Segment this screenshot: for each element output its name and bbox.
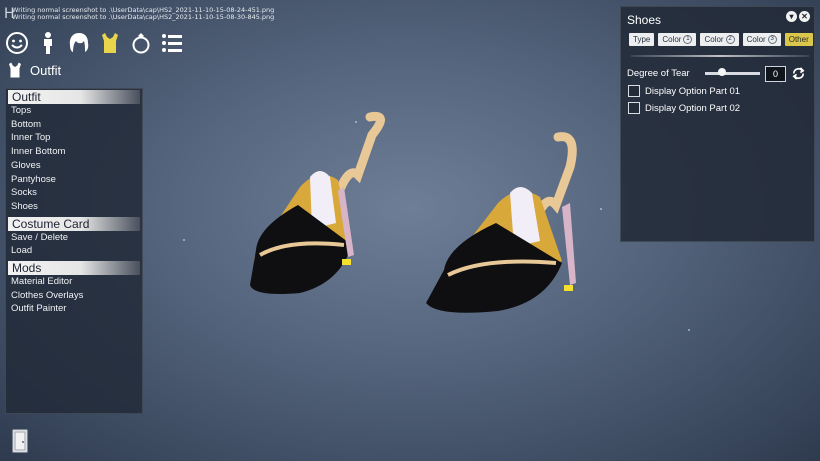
tab-label: Color xyxy=(704,35,724,44)
menu-item-material-editor[interactable]: Material Editor xyxy=(6,275,142,289)
degree-of-tear-slider[interactable] xyxy=(705,72,760,75)
display-option-part-02[interactable]: Display Option Part 02 xyxy=(628,102,740,114)
screenshot-log-line: Writing normal screenshot to .\UserData\… xyxy=(12,13,275,21)
menu-item-save-delete[interactable]: Save / Delete xyxy=(6,231,142,245)
reset-icon[interactable] xyxy=(791,66,806,81)
tab-label: Type xyxy=(633,35,651,44)
shirt-icon xyxy=(9,62,21,78)
menu-item-gloves[interactable]: Gloves xyxy=(6,159,142,173)
menu-item-inner-top[interactable]: Inner Top xyxy=(6,131,142,145)
panel-buttons: ▾ ✕ xyxy=(786,11,810,22)
menu-item-pantyhose[interactable]: Pantyhose xyxy=(6,173,142,187)
menu-item-shoes[interactable]: Shoes xyxy=(6,200,142,214)
app-corner-letter: H xyxy=(4,6,15,22)
sparkle xyxy=(355,121,357,123)
list-icon[interactable] xyxy=(158,29,186,57)
slider-handle[interactable] xyxy=(717,68,726,76)
collapse-icon[interactable]: ▾ xyxy=(786,11,797,22)
shoes-panel: Shoes ▾ ✕ Type Color 1 Color 2 Color 3 Othe… xyxy=(620,6,815,242)
tab-label: Other xyxy=(788,35,809,44)
degree-of-tear-value[interactable]: 0 xyxy=(765,66,786,82)
exit-door-icon[interactable] xyxy=(12,429,28,453)
menu-group-header: Costume Card xyxy=(8,216,140,231)
tab-number: 2 xyxy=(725,35,735,45)
tab-number: 1 xyxy=(683,35,693,45)
sparkle xyxy=(600,208,602,210)
sparkle xyxy=(183,239,185,241)
menu-item-inner-bottom[interactable]: Inner Bottom xyxy=(6,145,142,159)
menu-group-header: Outfit xyxy=(8,90,140,104)
tab-other[interactable]: Other xyxy=(784,33,813,46)
sparkle xyxy=(688,329,690,331)
tab-label: Color xyxy=(746,35,766,44)
option-label: Display Option Part 01 xyxy=(645,85,741,97)
shoes-preview xyxy=(250,111,577,313)
right-shoe xyxy=(426,132,577,313)
section-header: Outfit xyxy=(6,60,61,80)
outfit-menu: Outfit Tops Bottom Inner Top Inner Botto… xyxy=(5,88,143,414)
panel-tabs: Type Color 1 Color 2 Color 3 Other xyxy=(629,33,813,46)
display-option-part-01[interactable]: Display Option Part 01 xyxy=(628,85,740,97)
option-label: Display Option Part 02 xyxy=(645,102,741,114)
tab-color-3[interactable]: Color 3 xyxy=(742,33,781,46)
degree-of-tear-label: Degree of Tear xyxy=(627,68,690,79)
checkbox[interactable] xyxy=(628,85,640,97)
menu-item-tops[interactable]: Tops xyxy=(6,104,142,118)
close-icon[interactable]: ✕ xyxy=(799,11,810,22)
menu-item-bottom[interactable]: Bottom xyxy=(6,118,142,132)
tab-color-1[interactable]: Color 1 xyxy=(658,33,697,46)
divider xyxy=(631,55,809,57)
menu-item-load[interactable]: Load xyxy=(6,244,142,258)
menu-item-clothes-overlays[interactable]: Clothes Overlays xyxy=(6,289,142,303)
face-icon[interactable] xyxy=(3,29,31,57)
category-bar xyxy=(3,29,189,57)
section-title: Outfit xyxy=(30,62,62,78)
hair-icon[interactable] xyxy=(65,29,93,57)
tab-number: 3 xyxy=(767,35,777,45)
accessory-icon[interactable] xyxy=(127,29,155,57)
menu-item-outfit-painter[interactable]: Outfit Painter xyxy=(6,302,142,316)
menu-group-header: Mods xyxy=(8,261,140,276)
tab-label: Color xyxy=(662,35,682,44)
tab-type[interactable]: Type xyxy=(629,33,655,46)
body-icon[interactable] xyxy=(34,29,62,57)
outfit-icon[interactable] xyxy=(96,29,124,57)
panel-title: Shoes xyxy=(627,13,662,27)
checkbox[interactable] xyxy=(628,102,640,114)
tab-color-2[interactable]: Color 2 xyxy=(700,33,739,46)
left-shoe xyxy=(250,111,385,294)
menu-item-socks[interactable]: Socks xyxy=(6,186,142,200)
